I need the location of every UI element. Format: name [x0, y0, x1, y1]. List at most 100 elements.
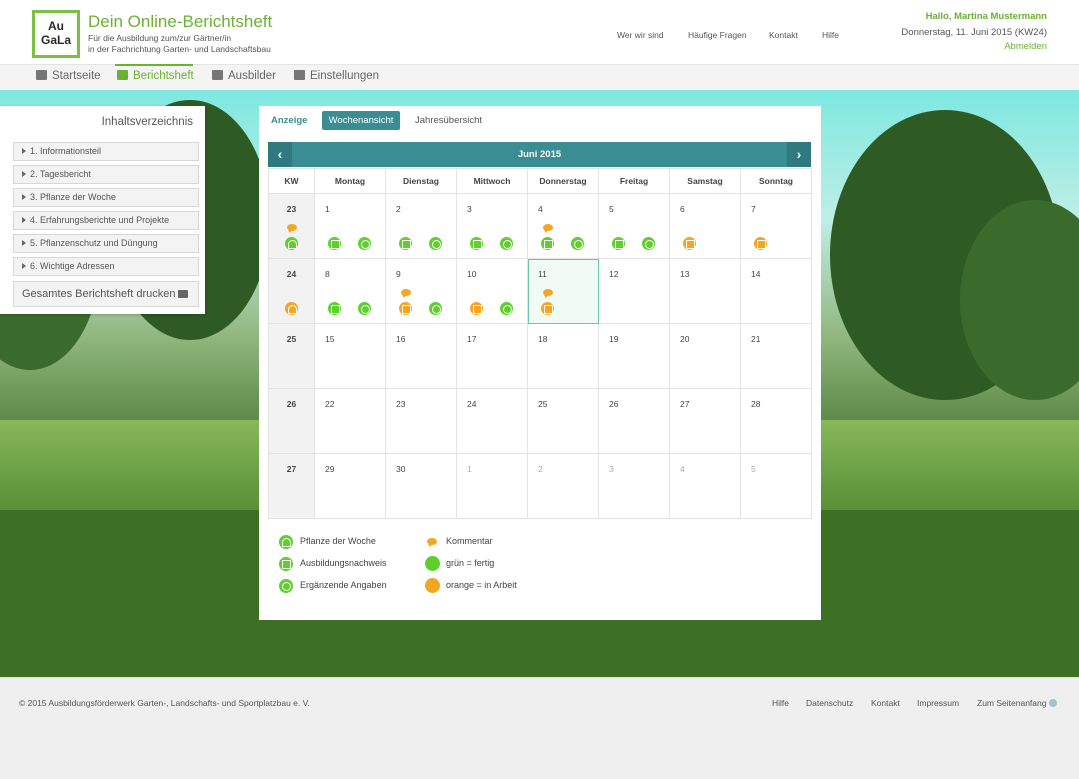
- week-cell[interactable]: 27: [269, 454, 315, 519]
- calendar-icon[interactable]: [683, 237, 696, 250]
- day-cell[interactable]: 15: [315, 324, 386, 389]
- refresh-icon[interactable]: [358, 302, 371, 315]
- comment-icon[interactable]: [543, 289, 553, 298]
- toc-item-pflanze-der-woche[interactable]: 3. Pflanze der Woche: [13, 188, 199, 207]
- day-cell-other-month[interactable]: 4: [670, 454, 741, 519]
- calendar-icon[interactable]: [754, 237, 767, 250]
- week-number: 27: [286, 464, 297, 474]
- day-cell[interactable]: 18: [528, 324, 599, 389]
- toc-item-erfahrungsberichte[interactable]: 4. Erfahrungsberichte und Projekte: [13, 211, 199, 230]
- refresh-icon[interactable]: [571, 237, 584, 250]
- calendar-icon[interactable]: [399, 302, 412, 315]
- footer-back-to-top-link[interactable]: Zum Seitenanfang: [977, 698, 1058, 708]
- week-cell[interactable]: 23: [269, 194, 315, 259]
- day-cell[interactable]: 28: [741, 389, 812, 454]
- day-cell-other-month[interactable]: 2: [528, 454, 599, 519]
- day-cell[interactable]: 3: [457, 194, 528, 259]
- topnav-hilfe[interactable]: Hilfe: [822, 30, 839, 40]
- tab-wochenansicht[interactable]: Wochenansicht: [322, 111, 400, 130]
- week-cell[interactable]: 26: [269, 389, 315, 454]
- day-cell[interactable]: 27: [670, 389, 741, 454]
- day-cell[interactable]: 26: [599, 389, 670, 454]
- day-cell[interactable]: 19: [599, 324, 670, 389]
- week-cell[interactable]: 25: [269, 324, 315, 389]
- nav-startseite[interactable]: Startseite: [36, 70, 101, 82]
- site-subtitle-1: Für die Ausbildung zum/zur Gärtner/in: [88, 33, 232, 43]
- refresh-icon[interactable]: [500, 237, 513, 250]
- calendar-week-row: 24 8 9 10 11 12 13 14: [269, 259, 812, 324]
- day-cell[interactable]: 1: [315, 194, 386, 259]
- print-label: Gesamtes Berichtsheft drucken: [22, 288, 176, 300]
- toc-item-wichtige-adressen[interactable]: 6. Wichtige Adressen: [13, 257, 199, 276]
- day-cell[interactable]: 23: [386, 389, 457, 454]
- caret-right-icon: [22, 148, 26, 154]
- calendar-icon[interactable]: [470, 237, 483, 250]
- topnav-wer-wir-sind[interactable]: Wer wir sind: [617, 30, 664, 40]
- print-report-button[interactable]: Gesamtes Berichtsheft drucken: [13, 281, 199, 307]
- view-tabs: Anzeige Wochenansicht Jahresübersicht: [259, 106, 821, 136]
- day-cell-today[interactable]: 11: [528, 259, 599, 324]
- day-cell[interactable]: 2: [386, 194, 457, 259]
- day-cell[interactable]: 6: [670, 194, 741, 259]
- day-cell[interactable]: 9: [386, 259, 457, 324]
- refresh-icon[interactable]: [429, 302, 442, 315]
- comment-icon[interactable]: [543, 224, 553, 233]
- day-cell[interactable]: 4: [528, 194, 599, 259]
- refresh-icon[interactable]: [429, 237, 442, 250]
- footer-datenschutz-link[interactable]: Datenschutz: [806, 698, 853, 708]
- calendar-icon[interactable]: [541, 302, 554, 315]
- day-cell[interactable]: 17: [457, 324, 528, 389]
- comment-icon[interactable]: [401, 289, 411, 298]
- day-number: 28: [751, 399, 761, 409]
- edit-icon: [117, 70, 128, 80]
- calendar-icon[interactable]: [328, 237, 341, 250]
- day-cell[interactable]: 22: [315, 389, 386, 454]
- nav-berichtsheft[interactable]: Berichtsheft: [117, 70, 194, 82]
- day-cell[interactable]: 16: [386, 324, 457, 389]
- calendar-icon[interactable]: [399, 237, 412, 250]
- week-cell[interactable]: 24: [269, 259, 315, 324]
- plant-icon[interactable]: [285, 237, 298, 250]
- calendar-week-row: 26 22 23 24 25 26 27 28: [269, 389, 812, 454]
- calendar-icon[interactable]: [328, 302, 341, 315]
- refresh-icon[interactable]: [642, 237, 655, 250]
- calendar-icon[interactable]: [612, 237, 625, 250]
- day-cell-other-month[interactable]: 3: [599, 454, 670, 519]
- day-cell-other-month[interactable]: 1: [457, 454, 528, 519]
- topnav-haeufige-fragen[interactable]: Häufige Fragen: [688, 30, 747, 40]
- day-cell[interactable]: 24: [457, 389, 528, 454]
- refresh-icon[interactable]: [500, 302, 513, 315]
- day-cell-other-month[interactable]: 5: [741, 454, 812, 519]
- toc-item-pflanzenschutz[interactable]: 5. Pflanzenschutz und Düngung: [13, 234, 199, 253]
- topnav-kontakt[interactable]: Kontakt: [769, 30, 798, 40]
- day-cell[interactable]: 8: [315, 259, 386, 324]
- footer-impressum-link[interactable]: Impressum: [917, 698, 959, 708]
- comment-icon[interactable]: [287, 224, 297, 233]
- plant-icon[interactable]: [285, 302, 298, 315]
- day-cell[interactable]: 10: [457, 259, 528, 324]
- day-cell[interactable]: 5: [599, 194, 670, 259]
- day-cell[interactable]: 20: [670, 324, 741, 389]
- day-number: 26: [609, 399, 619, 409]
- footer-kontakt-link[interactable]: Kontakt: [871, 698, 900, 708]
- toc-item-tagesbericht[interactable]: 2. Tagesbericht: [13, 165, 199, 184]
- day-cell[interactable]: 21: [741, 324, 812, 389]
- nav-einstellungen[interactable]: Einstellungen: [294, 70, 379, 82]
- augala-logo[interactable]: Au GaLa: [32, 10, 80, 58]
- next-month-button[interactable]: ›: [787, 142, 811, 167]
- toc-item-informationsteil[interactable]: 1. Informationsteil: [13, 142, 199, 161]
- footer-hilfe-link[interactable]: Hilfe: [772, 698, 789, 708]
- day-cell[interactable]: 12: [599, 259, 670, 324]
- day-cell[interactable]: 7: [741, 194, 812, 259]
- nav-ausbilder[interactable]: Ausbilder: [212, 70, 276, 82]
- day-cell[interactable]: 25: [528, 389, 599, 454]
- day-cell[interactable]: 14: [741, 259, 812, 324]
- day-cell[interactable]: 29: [315, 454, 386, 519]
- logout-link[interactable]: Abmelden: [1004, 41, 1047, 52]
- day-cell[interactable]: 13: [670, 259, 741, 324]
- tab-jahresuebersicht[interactable]: Jahresübersicht: [415, 115, 482, 126]
- calendar-icon[interactable]: [470, 302, 483, 315]
- calendar-icon[interactable]: [541, 237, 554, 250]
- refresh-icon[interactable]: [358, 237, 371, 250]
- day-cell[interactable]: 30: [386, 454, 457, 519]
